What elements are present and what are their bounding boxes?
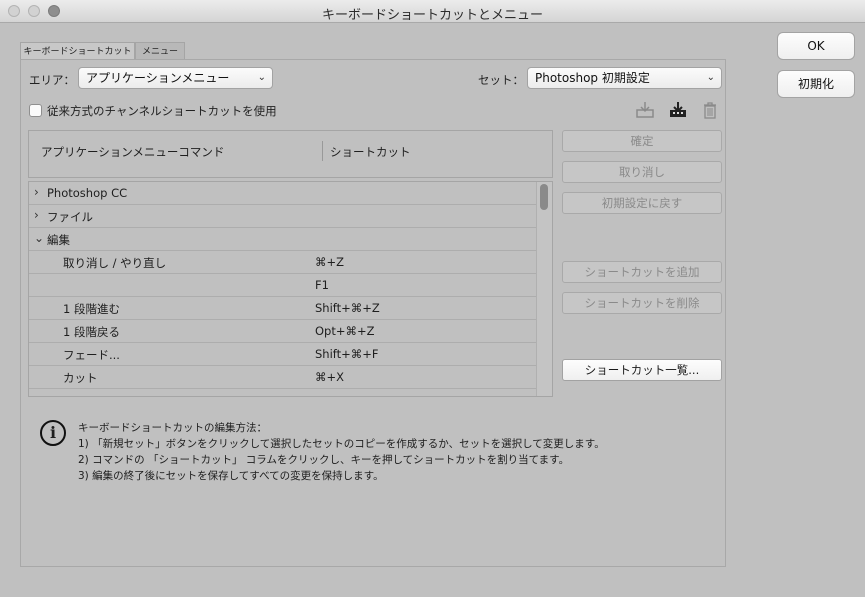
legacy-channel-label: 従来方式のチャンネルショートカットを使用	[47, 104, 277, 118]
area-select-value: アプリケーションメニュー	[86, 71, 230, 85]
save-set-icon[interactable]	[635, 100, 655, 120]
title-bar: キーボードショートカットとメニュー	[0, 0, 865, 23]
chevron-down-icon: ⌄	[706, 72, 715, 83]
chevron-down-icon[interactable]: ⌄	[34, 231, 44, 245]
table-row[interactable]: 取り消し / やり直し ⌘+Z	[29, 251, 537, 274]
row-shortcut[interactable]: Shift+⌘+F	[315, 347, 379, 361]
row-command: カット	[63, 371, 98, 385]
legacy-channel-checkbox[interactable]	[29, 104, 42, 117]
window-title: キーボードショートカットとメニュー	[321, 8, 543, 23]
initialize-button[interactable]: 初期化	[777, 70, 855, 98]
table-row[interactable]: › Photoshop CC	[29, 182, 537, 205]
column-divider	[322, 141, 323, 161]
area-label: エリア：	[29, 73, 75, 87]
chevron-right-icon[interactable]: ›	[34, 185, 39, 199]
row-command: 取り消し / やり直し	[63, 256, 167, 270]
trash-icon[interactable]	[700, 100, 720, 120]
row-shortcut[interactable]: Opt+⌘+Z	[315, 324, 375, 338]
tab-keyboard-shortcuts[interactable]: キーボードショートカット	[20, 42, 135, 60]
help-step-1: 1) 「新規セット」ボタンをクリックして選択したセットのコピーを作成するか、セッ…	[78, 438, 605, 450]
row-command: 1 段階進む	[63, 302, 120, 316]
save-as-icon[interactable]	[668, 100, 688, 120]
shortcut-table: › Photoshop CC › ファイル ⌄ 編集 取り消し / やり直し ⌘+Z F1 1 段…	[28, 181, 553, 397]
scrollbar[interactable]	[536, 182, 552, 396]
scrollbar-thumb[interactable]	[540, 184, 548, 210]
set-select-value: Photoshop 初期設定	[535, 71, 650, 85]
row-command: Photoshop CC	[47, 186, 128, 200]
table-row-partial	[29, 389, 537, 396]
chevron-down-icon: ⌄	[257, 72, 266, 83]
set-label: セット：	[478, 73, 524, 87]
help-heading: キーボードショートカットの編集方法：	[78, 422, 267, 434]
add-shortcut-button[interactable]: ショートカットを追加	[562, 261, 722, 283]
help-step-2: 2) コマンドの 「ショートカット」 コラムをクリックし、キーを押してショートカ…	[78, 454, 570, 466]
row-shortcut[interactable]: ⌘+Z	[315, 255, 344, 269]
row-shortcut[interactable]: Shift+⌘+Z	[315, 301, 380, 315]
table-row[interactable]: フェード... Shift+⌘+F	[29, 343, 537, 366]
table-row[interactable]: ⌄ 編集	[29, 228, 537, 251]
reset-default-button[interactable]: 初期設定に戻す	[562, 192, 722, 214]
dialog-window: キーボードショートカットとメニュー キーボードショートカット メニュー エリア：…	[0, 0, 865, 597]
delete-shortcut-button[interactable]: ショートカットを削除	[562, 292, 722, 314]
info-icon: i	[40, 420, 66, 446]
table-row[interactable]: カット ⌘+X	[29, 366, 537, 389]
help-step-3: 3) 編集の終了後にセットを保存してすべての変更を保持します。	[78, 470, 384, 482]
row-command: 1 段階戻る	[63, 325, 120, 339]
row-shortcut[interactable]: ⌘+X	[315, 370, 344, 384]
row-command: ファイル	[47, 210, 93, 224]
area-select[interactable]: アプリケーションメニュー ⌄	[78, 67, 273, 89]
confirm-button[interactable]: 確定	[562, 130, 722, 152]
table-row[interactable]: 1 段階戻る Opt+⌘+Z	[29, 320, 537, 343]
table-header: アプリケーションメニューコマンド ショートカット	[28, 130, 553, 178]
row-command: 編集	[47, 233, 70, 247]
column-header-shortcut[interactable]: ショートカット	[330, 144, 411, 160]
row-command: フェード...	[63, 348, 120, 362]
table-row[interactable]: › ファイル	[29, 205, 537, 228]
tab-menus[interactable]: メニュー	[135, 42, 185, 60]
ok-button[interactable]: OK	[777, 32, 855, 60]
row-shortcut[interactable]: F1	[315, 278, 329, 292]
summarize-button[interactable]: ショートカット一覧...	[562, 359, 722, 381]
help-box: i キーボードショートカットの編集方法： 1) 「新規セット」ボタンをクリックし…	[36, 418, 636, 498]
chevron-right-icon[interactable]: ›	[34, 208, 39, 222]
table-row[interactable]: 1 段階進む Shift+⌘+Z	[29, 297, 537, 320]
set-select[interactable]: Photoshop 初期設定 ⌄	[527, 67, 722, 89]
undo-button[interactable]: 取り消し	[562, 161, 722, 183]
column-header-command[interactable]: アプリケーションメニューコマンド	[41, 144, 224, 160]
table-row[interactable]: F1	[29, 274, 537, 297]
